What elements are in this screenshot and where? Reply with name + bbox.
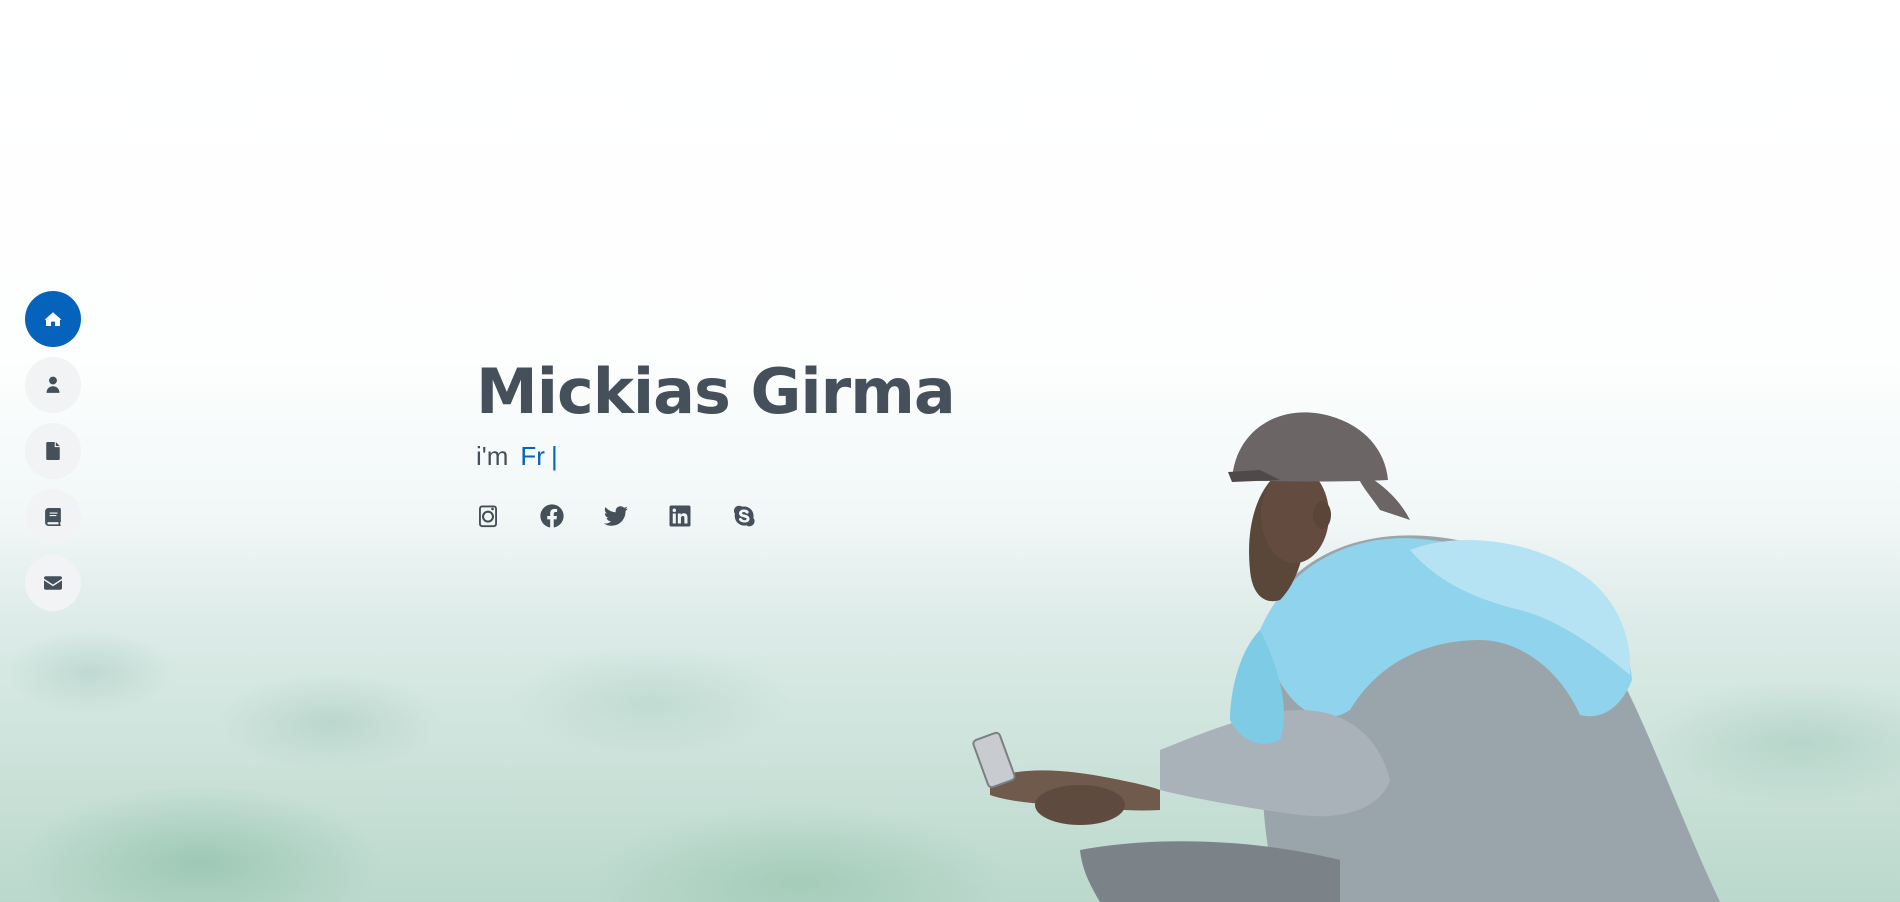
side-navigation <box>25 291 81 611</box>
envelope-icon <box>44 576 62 590</box>
nav-contact-button[interactable] <box>25 555 81 611</box>
instagram-icon <box>479 505 497 528</box>
linkedin-link[interactable] <box>668 504 692 528</box>
skype-link[interactable] <box>732 504 756 528</box>
hero-section: Mickias Girma i'm Fr | <box>0 0 1900 902</box>
background-person-image <box>972 412 1720 902</box>
nav-home-button[interactable] <box>25 291 81 347</box>
instagram-link[interactable] <box>476 504 500 528</box>
typed-cursor: | <box>550 441 558 471</box>
facebook-link[interactable] <box>540 504 564 528</box>
hero-prefix: i'm <box>476 441 509 471</box>
hero-subtitle: i'm Fr | <box>476 438 955 474</box>
book-icon <box>45 508 61 526</box>
twitter-link[interactable] <box>604 504 628 528</box>
nav-portfolio-button[interactable] <box>25 489 81 545</box>
linkedin-icon <box>669 505 691 527</box>
nav-resume-button[interactable] <box>25 423 81 479</box>
user-icon <box>46 376 60 393</box>
hero-content: Mickias Girma i'm Fr | <box>476 350 956 528</box>
home-icon <box>44 312 62 326</box>
facebook-icon <box>540 504 564 528</box>
skype-icon <box>733 505 755 527</box>
typed-text: Fr <box>520 441 545 471</box>
hero-name: Mickias Girma <box>476 355 956 428</box>
nav-about-button[interactable] <box>25 357 81 413</box>
twitter-icon <box>604 506 628 526</box>
file-icon <box>46 442 60 460</box>
social-links <box>476 504 955 528</box>
